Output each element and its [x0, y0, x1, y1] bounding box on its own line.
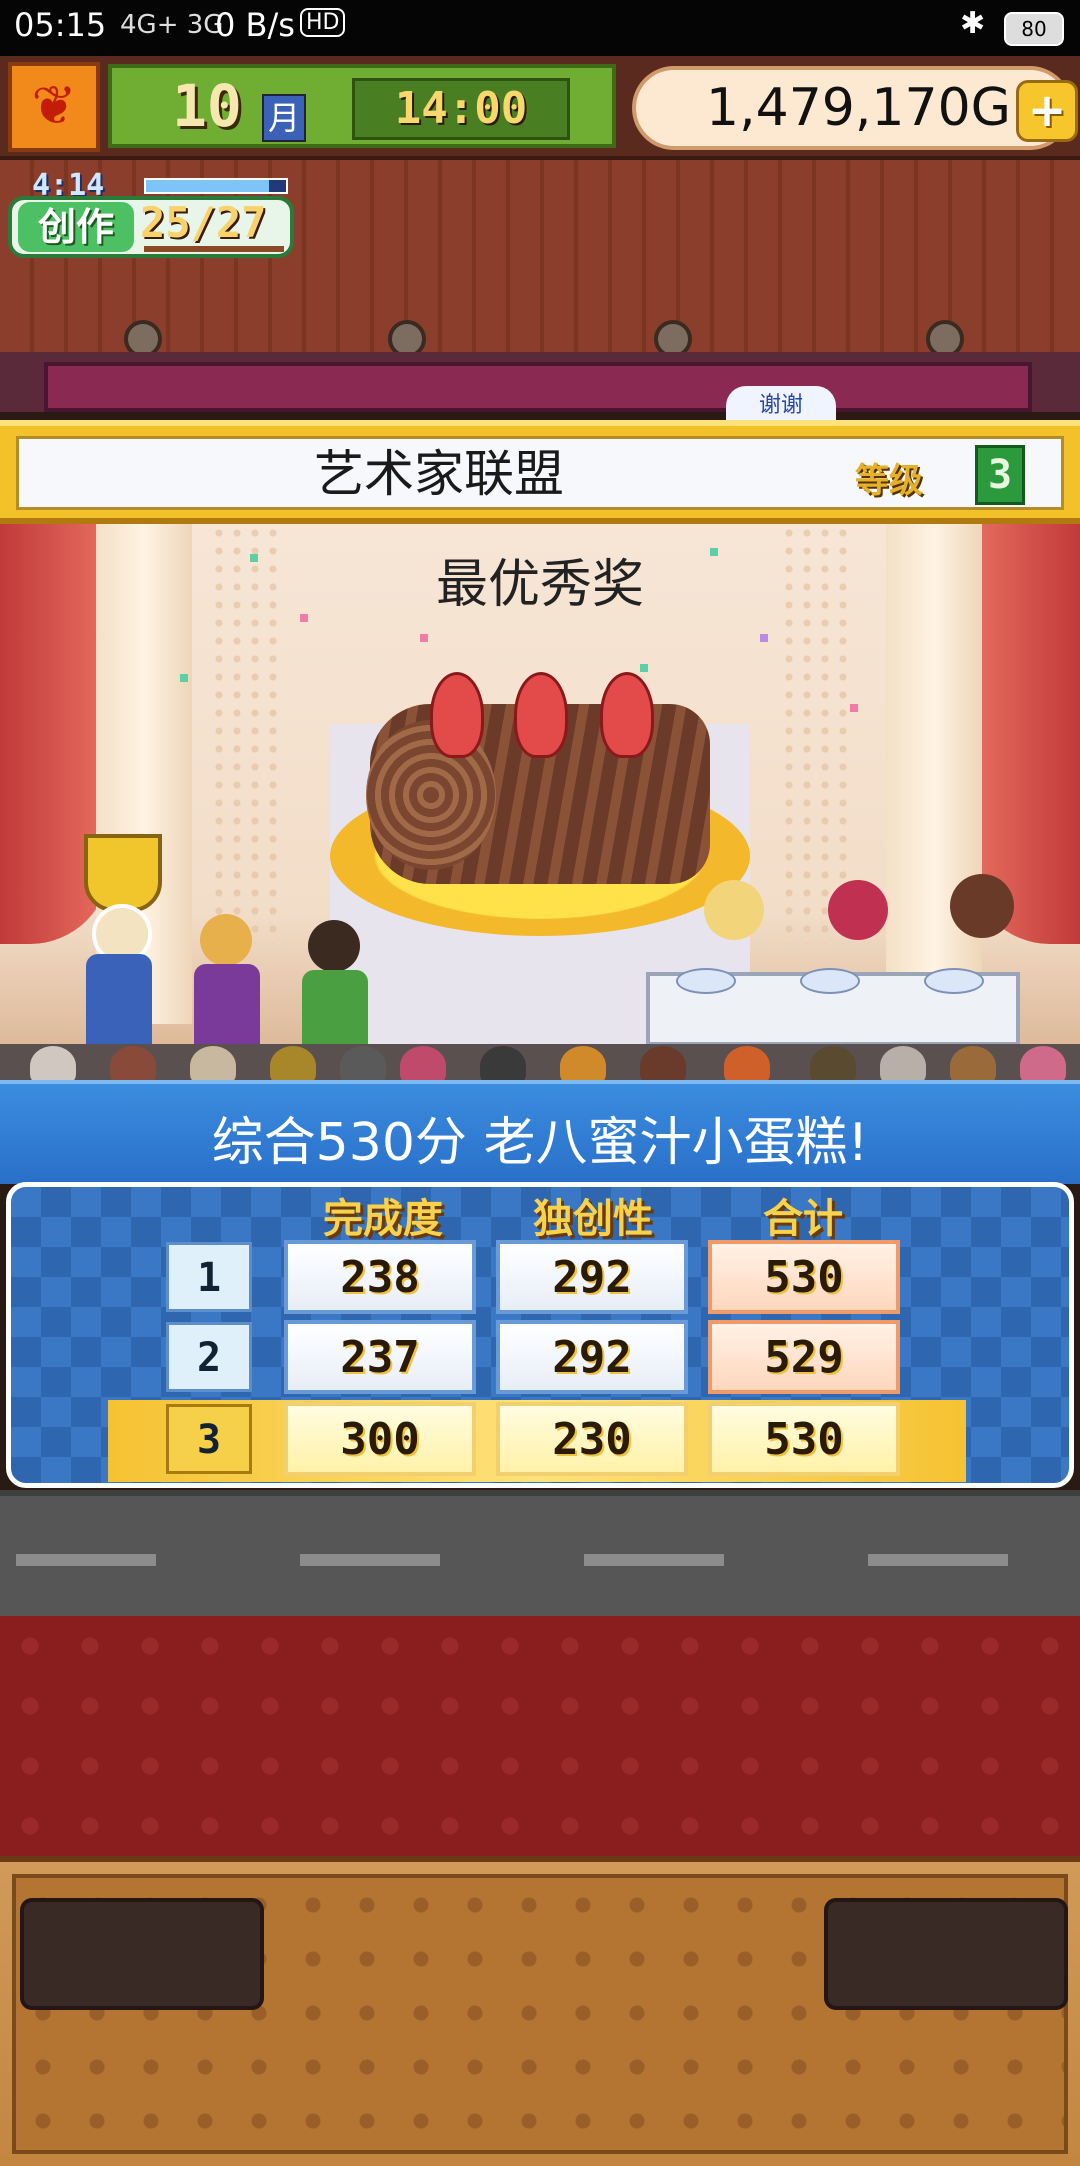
result-strip: 综合530分 老八蜜汁小蛋糕!	[0, 1080, 1080, 1184]
score-originality: 292	[496, 1240, 688, 1314]
network-indicator: 4G+ 3G	[120, 10, 224, 40]
level-value: 3	[975, 445, 1025, 505]
header-originality: 独创性	[533, 1196, 653, 1242]
pillar	[886, 524, 982, 1024]
confetti	[300, 614, 308, 622]
money-panel: 1,479,170G +	[632, 66, 1078, 150]
confetti	[420, 634, 428, 642]
strawberry	[430, 672, 484, 758]
pillar-pattern	[780, 524, 850, 944]
strawberry	[514, 672, 568, 758]
money-amount: 1,479,170G	[706, 78, 1011, 138]
add-money-button[interactable]: +	[1016, 80, 1078, 142]
month-label: 月	[262, 94, 306, 142]
event-title: 艺术家联盟	[314, 445, 564, 503]
pillar-pattern	[210, 524, 280, 944]
score-total: 530	[708, 1402, 900, 1476]
score-total: 529	[708, 1320, 900, 1394]
date-panel: 10 月 14:00	[108, 64, 616, 148]
confetti	[760, 634, 768, 642]
judge-plate	[800, 968, 860, 994]
tray-slot-left[interactable]	[20, 1898, 264, 2010]
network-speed: 0 B/s	[215, 6, 295, 44]
confetti	[180, 674, 188, 682]
result-text: 综合530分 老八蜜汁小蛋糕!	[211, 1113, 869, 1173]
stage-valance	[44, 362, 1032, 412]
create-progress: 25/27	[140, 198, 267, 247]
score-total: 530	[708, 1240, 900, 1314]
tray-slot-right[interactable]	[824, 1898, 1068, 2010]
judge-head	[828, 880, 888, 940]
create-label: 创作	[18, 202, 134, 252]
chef-head	[308, 920, 360, 972]
hd-indicator: HD	[300, 8, 346, 37]
level-label: 等级	[855, 461, 923, 501]
header-completion: 完成度	[323, 1196, 443, 1242]
battery-indicator: 80	[1004, 12, 1064, 46]
create-timer-bar	[144, 178, 288, 194]
lane-marking	[868, 1554, 1008, 1566]
month-number: 10	[172, 72, 242, 140]
rank-cell: 2	[166, 1322, 252, 1392]
judge-head	[950, 874, 1014, 938]
strawberry	[600, 672, 654, 758]
header-total: 合计	[763, 1196, 843, 1242]
game-clock: 14:00	[352, 78, 570, 140]
score-originality: 230	[496, 1402, 688, 1476]
confetti	[250, 554, 258, 562]
award-stage: 最优秀奖	[0, 524, 1080, 1080]
confetti	[850, 704, 858, 712]
rank-cell: 1	[166, 1242, 252, 1312]
bottom-tray	[0, 1856, 1080, 2166]
create-progress-bar	[144, 246, 284, 252]
score-completion: 238	[284, 1240, 476, 1314]
judge-plate	[676, 968, 736, 994]
score-completion: 300	[284, 1402, 476, 1476]
lane-marking	[584, 1554, 724, 1566]
judge-plate	[924, 968, 984, 994]
bluetooth-icon: ✱	[960, 6, 986, 41]
red-carpet	[0, 1616, 1080, 1856]
game-hud: ❦ 10 月 14:00 1,479,170G +	[0, 56, 1080, 160]
event-banner: 艺术家联盟 等级 3	[0, 420, 1080, 524]
score-completion: 237	[284, 1320, 476, 1394]
rank-cell: 3	[166, 1404, 252, 1474]
judge-head	[704, 880, 764, 940]
trophy-icon	[84, 834, 162, 912]
status-time: 05:15	[14, 6, 107, 44]
chef-head	[200, 914, 252, 966]
lane-marking	[16, 1554, 156, 1566]
maple-leaf-icon[interactable]: ❦	[8, 62, 100, 152]
create-badge[interactable]: 4:14 创作 25/27	[8, 168, 298, 260]
score-originality: 292	[496, 1320, 688, 1394]
lane-marking	[300, 1554, 440, 1566]
tray-panel	[12, 1874, 1068, 2154]
award-title: 最优秀奖	[435, 555, 644, 615]
status-bar: 05:15 4G+ 3G 0 B/s HD ✱ 80	[0, 0, 1080, 56]
event-banner-inner: 艺术家联盟 等级 3	[16, 436, 1064, 510]
confetti	[640, 664, 648, 672]
